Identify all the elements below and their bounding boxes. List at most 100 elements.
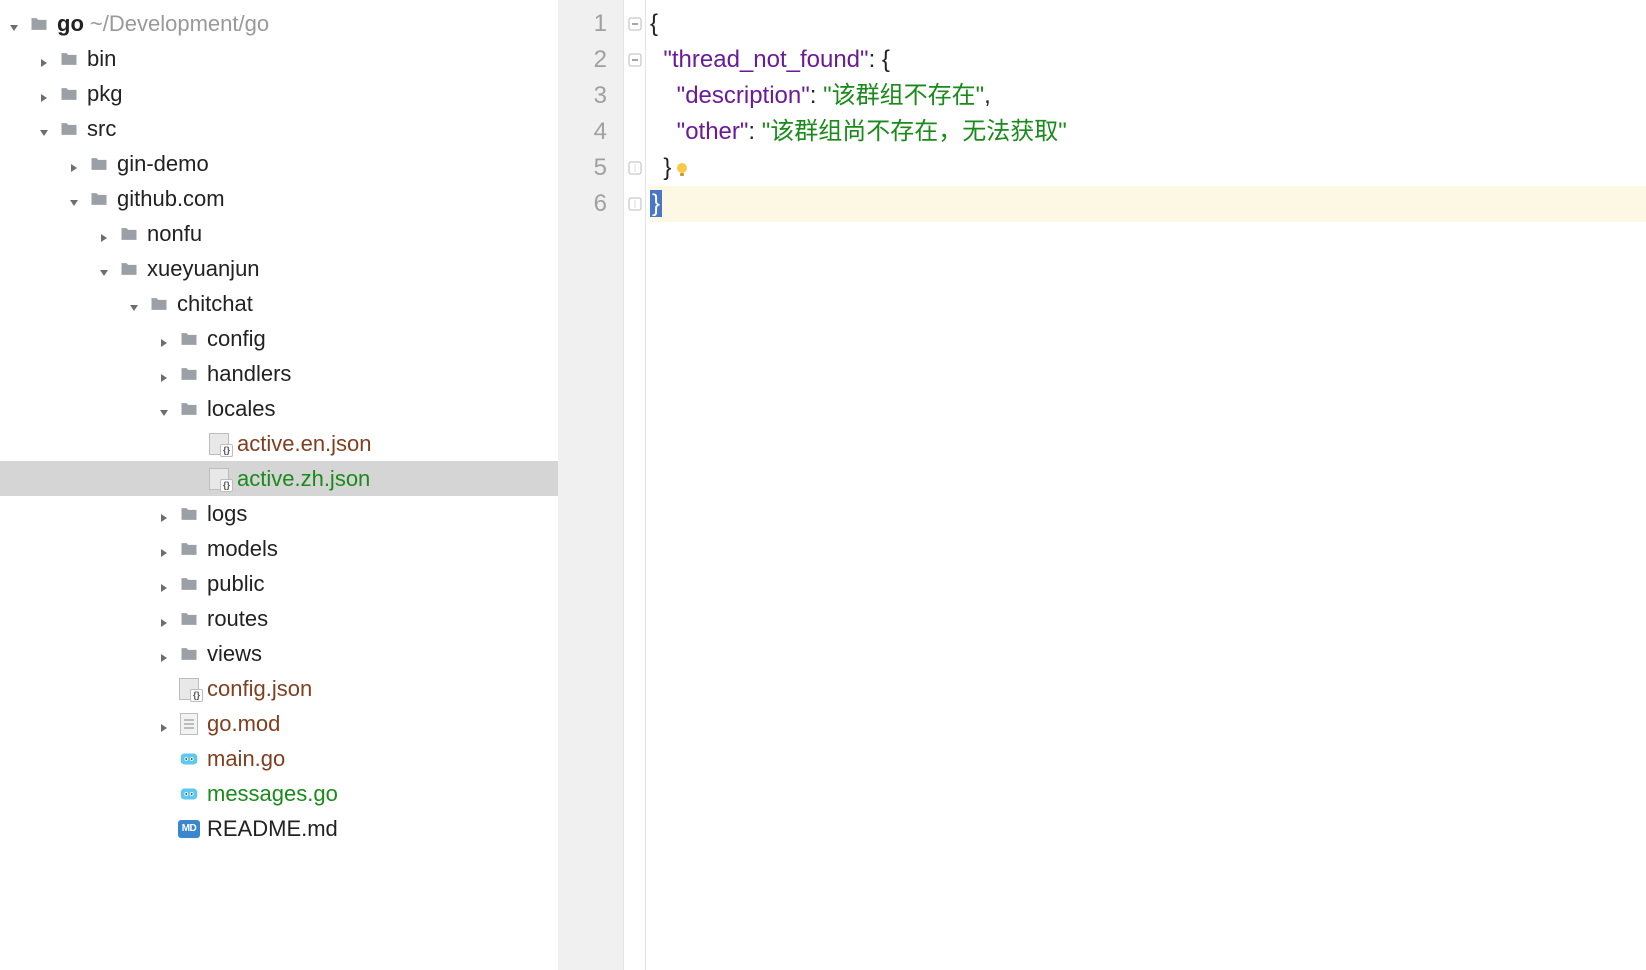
chevron-down-icon: [66, 191, 82, 207]
tree-node-github[interactable]: github.com: [0, 181, 558, 216]
folder-icon: [178, 328, 200, 350]
chevron-right-icon: [156, 541, 172, 557]
code-line: "description": "该群组不存在",: [650, 78, 1646, 114]
tree-node-src[interactable]: src: [0, 111, 558, 146]
tree-label: gin-demo: [117, 151, 209, 177]
fold-toggle-icon[interactable]: [624, 42, 645, 78]
folder-icon: [28, 13, 50, 35]
tree-label: public: [207, 571, 264, 597]
chevron-right-icon: [156, 716, 172, 732]
tree-label: README.md: [207, 816, 338, 842]
line-number: 4: [558, 114, 607, 150]
chevron-right-icon: [156, 331, 172, 347]
tree-node-bin[interactable]: bin: [0, 41, 558, 76]
chevron-down-icon: [36, 121, 52, 137]
mod-file-icon: [178, 713, 200, 735]
tree-node-gindemo[interactable]: gin-demo: [0, 146, 558, 181]
folder-icon: [178, 398, 200, 420]
tree-node-gomod[interactable]: go.mod: [0, 706, 558, 741]
line-number: 5: [558, 150, 607, 186]
folder-icon: [178, 643, 200, 665]
tree-node-messagesgo[interactable]: messages.go: [0, 776, 558, 811]
chevron-right-icon: [36, 86, 52, 102]
line-number: 3: [558, 78, 607, 114]
tree-node-public[interactable]: public: [0, 566, 558, 601]
tree-label: routes: [207, 606, 268, 632]
line-number: 6: [558, 186, 607, 222]
tree-node-logs[interactable]: logs: [0, 496, 558, 531]
code-area[interactable]: { "thread_not_found": { "description": "…: [646, 0, 1646, 970]
tree-node-active-en[interactable]: {} active.en.json: [0, 426, 558, 461]
go-file-icon: [178, 748, 200, 770]
chevron-right-icon: [156, 366, 172, 382]
tree-node-active-zh[interactable]: {} active.zh.json: [0, 461, 558, 496]
folder-icon: [88, 188, 110, 210]
tree-label: chitchat: [177, 291, 253, 317]
tree-node-nonfu[interactable]: nonfu: [0, 216, 558, 251]
line-number: 2: [558, 42, 607, 78]
markdown-file-icon: MD: [178, 818, 200, 840]
chevron-down-icon: [6, 16, 22, 32]
tree-label: go.mod: [207, 711, 280, 737]
tree-label: github.com: [117, 186, 225, 212]
tree-node-config[interactable]: config: [0, 321, 558, 356]
folder-icon: [178, 363, 200, 385]
folder-icon: [58, 48, 80, 70]
fold-end-icon[interactable]: [624, 150, 645, 186]
folder-icon: [148, 293, 170, 315]
chevron-right-icon: [156, 646, 172, 662]
folder-icon: [178, 538, 200, 560]
tree-label: models: [207, 536, 278, 562]
folder-icon: [88, 153, 110, 175]
json-file-icon: {}: [178, 678, 200, 700]
fold-end-icon[interactable]: [624, 186, 645, 222]
tree-path: ~/Development/go: [90, 11, 269, 37]
tree-node-readme[interactable]: MD README.md: [0, 811, 558, 846]
tree-node-pkg[interactable]: pkg: [0, 76, 558, 111]
tree-node-maingo[interactable]: main.go: [0, 741, 558, 776]
folder-icon: [58, 83, 80, 105]
tree-label: go: [57, 11, 84, 37]
code-line: {: [650, 6, 1646, 42]
tree-label: logs: [207, 501, 247, 527]
tree-label: messages.go: [207, 781, 338, 807]
chevron-right-icon: [96, 226, 112, 242]
tree-node-config-json[interactable]: {} config.json: [0, 671, 558, 706]
code-line: "other": "该群组尚不存在，无法获取": [650, 114, 1646, 150]
folder-icon: [58, 118, 80, 140]
intention-bulb-icon[interactable]: [673, 160, 691, 178]
tree-label: config.json: [207, 676, 312, 702]
fold-toggle-icon[interactable]: [624, 6, 645, 42]
tree-node-locales[interactable]: locales: [0, 391, 558, 426]
tree-node-routes[interactable]: routes: [0, 601, 558, 636]
caret: }: [650, 190, 662, 217]
code-editor[interactable]: 1 2 3 4 5 6 { "thread_not_found": { "des…: [558, 0, 1646, 970]
tree-label: bin: [87, 46, 116, 72]
chevron-right-icon: [66, 156, 82, 172]
code-line: }: [650, 186, 1646, 222]
tree-label: views: [207, 641, 262, 667]
tree-label: pkg: [87, 81, 122, 107]
folder-icon: [118, 223, 140, 245]
tree-node-root[interactable]: go ~/Development/go: [0, 6, 558, 41]
tree-label: src: [87, 116, 116, 142]
tree-node-handlers[interactable]: handlers: [0, 356, 558, 391]
tree-node-xueyuanjun[interactable]: xueyuanjun: [0, 251, 558, 286]
chevron-down-icon: [156, 401, 172, 417]
code-line: "thread_not_found": {: [650, 42, 1646, 78]
chevron-right-icon: [36, 51, 52, 67]
tree-label: xueyuanjun: [147, 256, 260, 282]
folder-icon: [178, 573, 200, 595]
tree-label: main.go: [207, 746, 285, 772]
project-tree[interactable]: go ~/Development/go bin pkg src gin-demo…: [0, 0, 558, 970]
folder-icon: [118, 258, 140, 280]
go-file-icon: [178, 783, 200, 805]
chevron-right-icon: [156, 576, 172, 592]
folder-icon: [178, 608, 200, 630]
tree-label: locales: [207, 396, 275, 422]
chevron-right-icon: [156, 611, 172, 627]
tree-node-chitchat[interactable]: chitchat: [0, 286, 558, 321]
line-number-gutter: 1 2 3 4 5 6: [558, 0, 624, 970]
tree-node-models[interactable]: models: [0, 531, 558, 566]
tree-node-views[interactable]: views: [0, 636, 558, 671]
